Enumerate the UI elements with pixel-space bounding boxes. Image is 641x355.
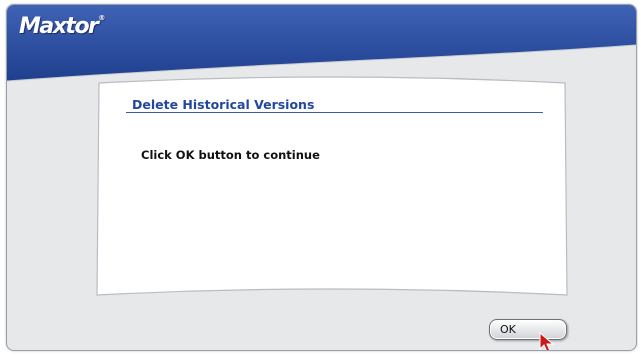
title-divider: [126, 112, 543, 113]
app-window: Maxtor® Delete Historical Versions Click…: [6, 4, 637, 351]
dialog-title: Delete Historical Versions: [132, 97, 315, 112]
arrow-pointer-icon: [539, 332, 555, 350]
ok-button[interactable]: OK: [489, 319, 567, 340]
content-panel: [96, 76, 568, 296]
dialog-message: Click OK button to continue: [141, 148, 320, 162]
